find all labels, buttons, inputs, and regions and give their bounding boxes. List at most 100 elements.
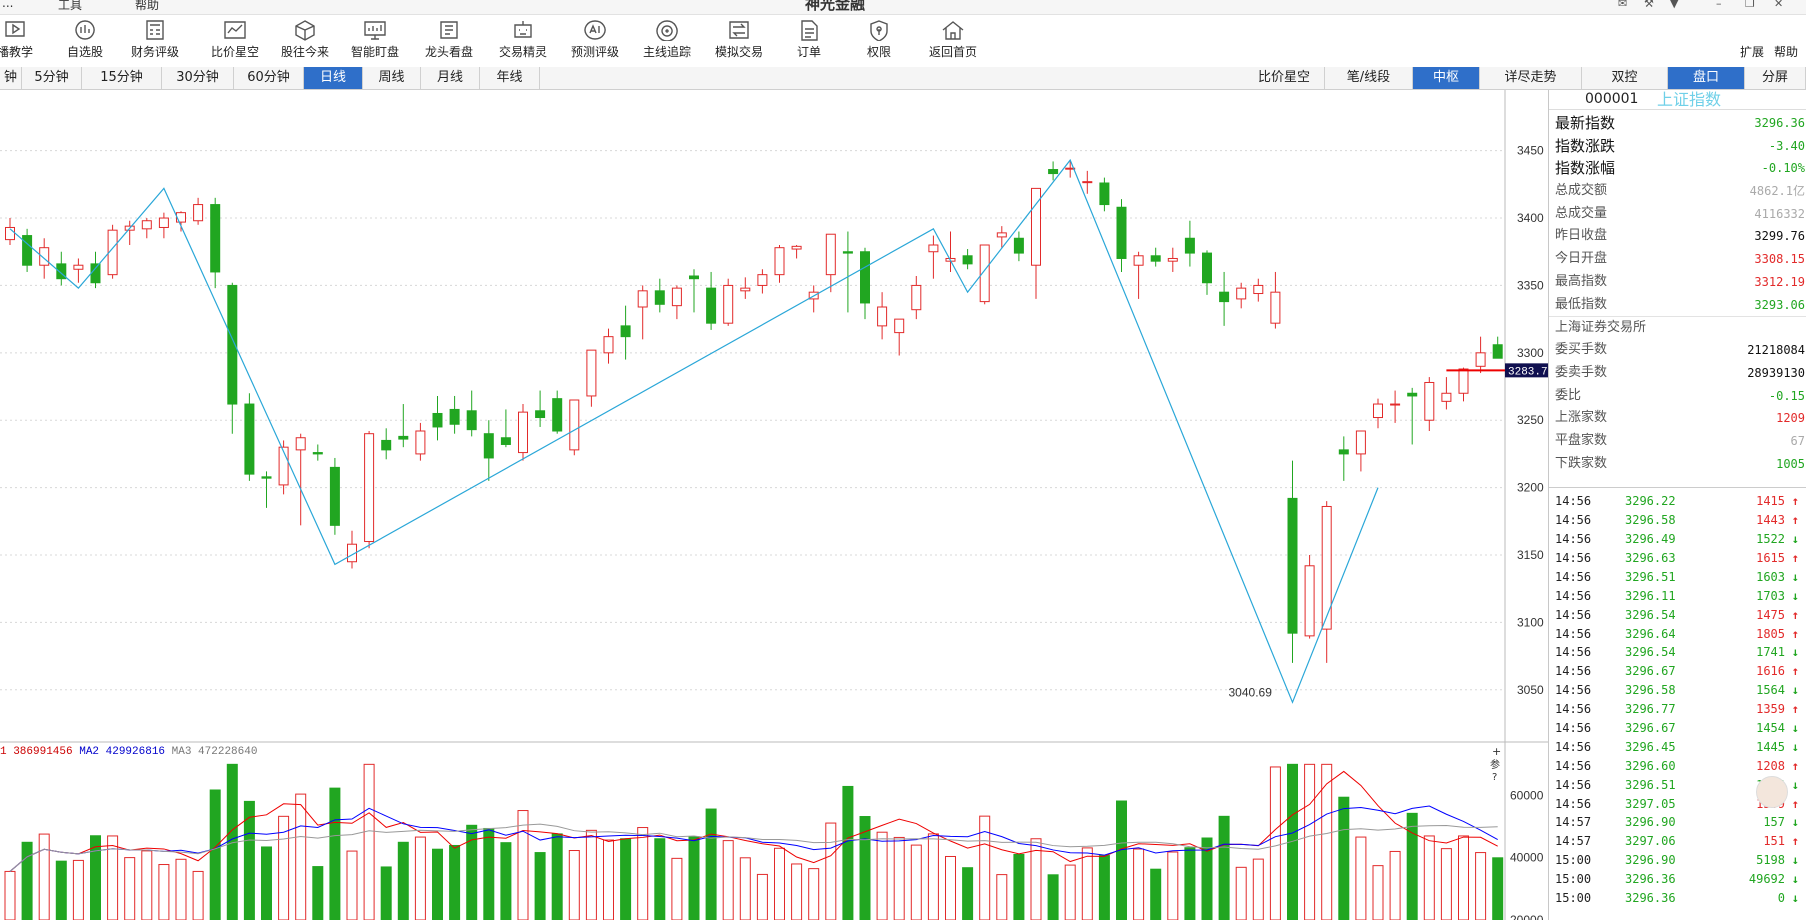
view-tab-split[interactable]: 分屏	[1745, 67, 1806, 89]
arrow-down-icon: ↓	[1791, 872, 1799, 887]
toolbar-label: 股往今来	[280, 45, 329, 59]
restore-icon[interactable]: ❐	[1745, 0, 1755, 10]
volume-bar	[876, 831, 888, 920]
app-title: 神光金融	[805, 0, 866, 13]
toolbar-cube-button[interactable]: 股往今来	[270, 19, 340, 60]
toolbar-chart-compare-button[interactable]: 比价星空	[200, 19, 270, 60]
toolbar-watchlist-button[interactable]: 自选股	[50, 19, 120, 60]
view-tab-stroke[interactable]: 笔/线段	[1325, 67, 1413, 89]
period-tab[interactable]: 日线	[304, 67, 363, 89]
candle	[244, 403, 255, 475]
menu-tools[interactable]: 工具	[58, 0, 82, 13]
quote-value: 3293.06	[1754, 297, 1805, 312]
volume-bar	[397, 841, 409, 920]
toolbar-play-button[interactable]: 播教学	[0, 19, 50, 60]
volume-bar	[893, 836, 905, 920]
trade-row: 14:56 3296.58 1443 ↑	[1549, 511, 1806, 530]
toolbar-target-button[interactable]: 主线追踪	[632, 19, 702, 60]
mail-icon[interactable]: ✉	[1618, 0, 1627, 10]
view-tab-detail[interactable]: 详尽走势	[1480, 67, 1582, 89]
volume-ma-legend: 1 386991456 MA2 429926816 MA3 472228640	[0, 746, 257, 758]
menu-help[interactable]: 帮助	[135, 0, 159, 13]
toolbar-robot-button[interactable]: 交易精灵	[488, 19, 558, 60]
view-tab-handicap[interactable]: 盘口	[1668, 67, 1745, 89]
candle	[1150, 255, 1161, 262]
tools-icon[interactable]: ⚒	[1644, 0, 1654, 10]
quote-label: 委比	[1555, 387, 1582, 403]
candle	[1184, 237, 1195, 254]
assistant-avatar[interactable]	[1756, 776, 1788, 808]
period-tab[interactable]: 30分钟	[162, 67, 234, 89]
trade-time: 14:56	[1555, 569, 1592, 584]
period-tab[interactable]: 5分钟	[22, 67, 82, 89]
candle	[141, 220, 152, 230]
period-tab[interactable]: 月线	[421, 67, 480, 89]
toolbar-shield-button[interactable]: 权限	[844, 19, 914, 60]
candle	[295, 437, 306, 451]
view-tab-dual[interactable]: 双控	[1582, 67, 1668, 89]
volume-bar	[449, 844, 461, 920]
arrow-up-icon: ↑	[1791, 796, 1799, 811]
quote-label: 指数涨幅	[1555, 159, 1616, 178]
quote-value: 4862.1亿	[1749, 184, 1805, 199]
candle	[1013, 237, 1024, 254]
trade-row: 14:56 3296.64 1805 ↑	[1549, 625, 1806, 644]
volume-bar	[500, 842, 512, 920]
arrow-up-icon: ↑	[1791, 834, 1799, 849]
trade-price: 3296.36	[1625, 891, 1676, 906]
panel-ref-label[interactable]: 参	[1490, 758, 1500, 771]
period-tab[interactable]: 15分钟	[82, 67, 162, 89]
candle	[552, 398, 563, 432]
period-tab[interactable]: 周线	[363, 67, 421, 89]
volume-bar	[1355, 836, 1367, 920]
volume-bar	[1116, 800, 1127, 920]
toolbar-exchange-button[interactable]: 模拟交易	[704, 19, 774, 60]
candle	[90, 263, 101, 284]
kline-chart[interactable]: 3050 3100 3150 3200 3250 3300 3350 3400 3450 3040…	[0, 90, 1548, 920]
volume-bar	[1423, 835, 1435, 920]
view-tab-pivot[interactable]: 中枢	[1413, 67, 1480, 89]
quote-value: 28939130	[1747, 365, 1805, 380]
trade-time: 14:56	[1555, 550, 1592, 565]
volume-bar	[688, 836, 700, 920]
candle	[1373, 403, 1383, 419]
toolbar-monitor-button[interactable]: 智能盯盘	[340, 19, 410, 60]
trade-price: 3296.54	[1625, 645, 1676, 660]
trade-volume: 1805	[1756, 626, 1785, 641]
quote-value: 4116332	[1754, 206, 1805, 221]
toolbar-label: 返回首页	[928, 45, 977, 59]
candle	[210, 204, 221, 273]
toolbar-ai-button[interactable]: 预测评级	[560, 19, 630, 60]
candle	[791, 245, 802, 250]
toolbar-calculator-button[interactable]: 财务评级	[120, 19, 190, 60]
toolbar-dragon-button[interactable]: 龙头看盘	[414, 19, 484, 60]
close-icon[interactable]: ✕	[1774, 0, 1783, 10]
period-tab[interactable]: 年线	[480, 67, 540, 89]
toolbar-home-button[interactable]: 返回首页	[918, 19, 988, 60]
volume-bar	[585, 829, 597, 920]
arrow-up-icon: ↑	[1791, 513, 1799, 528]
period-tab[interactable]: 60分钟	[234, 67, 304, 89]
expand-button[interactable]: 扩展	[1740, 43, 1764, 60]
panel-plus-icon[interactable]: +	[1492, 745, 1501, 758]
toolbar-label: 权限	[866, 45, 891, 59]
minimize-icon[interactable]: –	[1716, 0, 1722, 10]
volume-tick-label: 20000	[1510, 913, 1544, 920]
trade-price: 3296.58	[1625, 683, 1676, 698]
trade-list[interactable]: 14:56 3296.22 1415 ↑ 14:56 3296.58 1443 ↑ 14:56 3…	[1549, 488, 1806, 908]
toolbar-document-button[interactable]: 订单	[774, 19, 844, 60]
volume-bar	[551, 833, 563, 920]
menu-left[interactable]: ...	[2, 0, 13, 10]
volume-bar	[175, 858, 187, 920]
arrow-up-icon: ↑	[1791, 664, 1799, 679]
period-tab[interactable]: 钟	[0, 67, 22, 89]
shirt-icon[interactable]: ▼	[1670, 0, 1678, 10]
trade-time: 14:56	[1555, 607, 1592, 622]
volume-bar	[380, 866, 392, 920]
panel-help-icon[interactable]: ?	[1492, 772, 1497, 783]
volume-bar	[637, 827, 649, 920]
quote-row: 最高指数 3312.19	[1549, 271, 1806, 294]
volume-bar	[1269, 766, 1281, 920]
view-tab-compare[interactable]: 比价星空	[1244, 67, 1325, 89]
help-button[interactable]: 帮助	[1774, 43, 1798, 60]
